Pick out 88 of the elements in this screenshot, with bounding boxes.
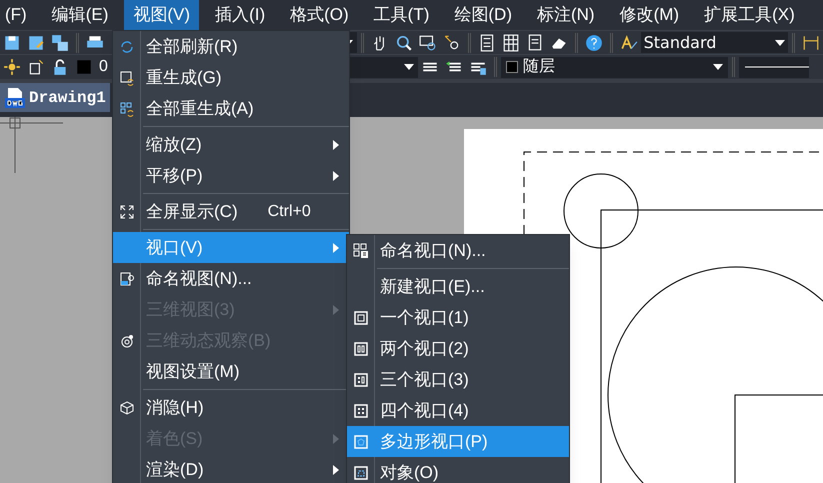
- color-value: 随层: [522, 57, 555, 77]
- text-style-dropdown[interactable]: Standard: [640, 32, 788, 53]
- named-view-icon: [118, 270, 134, 286]
- three-viewports-icon: [352, 372, 368, 388]
- four-viewports-icon: [352, 402, 368, 418]
- menu-item[interactable]: 消隐(H): [113, 392, 349, 423]
- save-icon[interactable]: [3, 34, 21, 52]
- menu-item[interactable]: 缩放(Z): [113, 129, 349, 160]
- menu-label: 全部刷新(R): [146, 36, 238, 58]
- menu-item[interactable]: 一个视口(1): [347, 302, 569, 333]
- menu-label: 三个视口(3): [380, 368, 469, 391]
- fullscreen-icon: [118, 204, 134, 220]
- menu-label: 四个视口(4): [380, 400, 469, 422]
- tab-title: Drawing1: [29, 88, 106, 108]
- layer-name: 0: [99, 57, 108, 77]
- menu-item[interactable]: 全部重生成(A): [113, 93, 349, 124]
- menu-item[interactable]: 新建视口(E)...: [347, 271, 569, 302]
- menu-label: 渲染(D): [146, 458, 204, 481]
- menu-item[interactable]: 全屏显示(C) Ctrl+0: [113, 196, 349, 227]
- menu-label: 重生成(G): [146, 66, 222, 89]
- menu-item[interactable]: 渲染(D): [113, 454, 349, 483]
- menu-item[interactable]: 四个视口(4): [347, 395, 569, 426]
- menu-label: 平移(P): [146, 164, 203, 187]
- menu-bar-item[interactable]: 标注(N): [528, 0, 604, 30]
- help-icon[interactable]: [584, 34, 603, 52]
- single-viewport-icon: [352, 310, 368, 326]
- menu-bar-item[interactable]: 绘图(D): [445, 0, 521, 30]
- menu-label: 全部重生成(A): [146, 98, 254, 120]
- text-style-icon[interactable]: [620, 34, 638, 52]
- menu-item[interactable]: 两个视口(2): [347, 333, 569, 364]
- menu-label: 对象(O): [380, 462, 439, 483]
- menu-label: 命名视口(N)...: [380, 240, 486, 262]
- menu-bar-item[interactable]: 修改(M): [610, 0, 688, 30]
- menu-bar-item[interactable]: 插入(I): [206, 0, 274, 30]
- menu-item[interactable]: 重生成(G): [113, 62, 349, 93]
- save-as-icon[interactable]: [27, 34, 45, 52]
- menu-label: 消隐(H): [146, 396, 204, 419]
- named-viewport-icon: [352, 242, 368, 258]
- refresh-icon: [118, 38, 134, 54]
- menu-label: 命名视图(N)...: [146, 268, 252, 290]
- menu-bar-item[interactable]: 格式(O): [281, 0, 358, 30]
- color-swatch-icon: [506, 61, 518, 73]
- menu-bar-item[interactable]: 编辑(E): [42, 0, 118, 30]
- two-viewports-icon: [352, 340, 368, 356]
- menu-bar-item[interactable]: (F): [0, 0, 36, 30]
- shortcut-text: Ctrl+0: [268, 202, 311, 222]
- text-style-value: Standard: [644, 32, 716, 54]
- menu-item[interactable]: 命名视图(N)...: [113, 263, 349, 294]
- zoom-window-icon[interactable]: [418, 34, 437, 52]
- polygon-viewport-icon: [352, 434, 368, 450]
- regenerate-icon: [118, 70, 134, 86]
- dwg-file-icon: [4, 86, 26, 108]
- menu-bar-item[interactable]: 工具(T): [364, 0, 438, 30]
- menu-label: 新建视口(E)...: [380, 276, 485, 298]
- dropdown-arrow-icon: [775, 40, 786, 46]
- menu-label: 视图设置(M): [146, 360, 240, 383]
- regenerate-all-icon: [118, 100, 134, 116]
- dropdown-arrow-icon: [404, 64, 414, 70]
- menu-bar-item[interactable]: 扩展工具(X): [695, 0, 804, 30]
- object-viewport-icon: [352, 464, 368, 480]
- orbit-icon: [118, 332, 134, 348]
- menu-label: 一个视口(1): [380, 306, 469, 329]
- line-sample-icon: [744, 66, 809, 68]
- zoom-previous-icon[interactable]: [442, 34, 461, 52]
- sun-icon[interactable]: [3, 58, 21, 76]
- zoom-icon[interactable]: [394, 34, 413, 52]
- color-swatch-icon[interactable]: [75, 58, 93, 76]
- menu-label: 两个视口(2): [380, 338, 469, 360]
- menu-label: 多边形视口(P): [380, 430, 488, 453]
- menu-item[interactable]: 三个视口(3): [347, 364, 569, 395]
- menu-bar-item[interactable]: 视图(V): [124, 0, 200, 30]
- dropdown-arrow-icon: [712, 64, 723, 70]
- grid-icon[interactable]: [502, 34, 520, 52]
- menu-item[interactable]: 对象(O): [347, 457, 569, 483]
- menu-item[interactable]: 平移(P): [113, 160, 349, 191]
- drawing-tab[interactable]: Drawing1: [0, 83, 110, 112]
- menu-label: 全屏显示(C): [146, 200, 238, 223]
- crosshair-cursor-icon: [0, 117, 64, 174]
- menu-item[interactable]: 视图设置(M): [113, 356, 349, 387]
- dimension-style-icon[interactable]: [802, 34, 820, 52]
- linetype-dropdown[interactable]: [738, 56, 809, 78]
- color-dropdown[interactable]: 随层: [500, 56, 728, 78]
- hide-icon: [118, 400, 134, 416]
- menu-item[interactable]: 命名视口(N)...: [347, 235, 569, 266]
- windows-icon[interactable]: [51, 34, 69, 52]
- menu-label: 缩放(Z): [146, 134, 202, 156]
- menu-label: 视口(V): [146, 236, 203, 259]
- menu-item[interactable]: 全部刷新(R): [113, 31, 349, 62]
